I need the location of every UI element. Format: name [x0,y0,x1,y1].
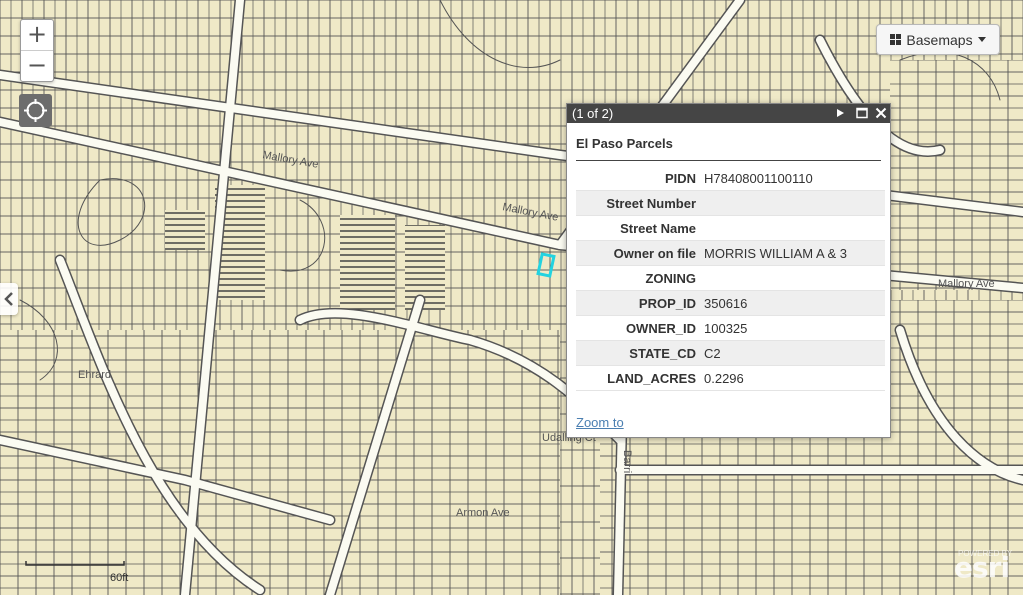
feature-popup: (1 of 2) El Paso Parcels PIDN H7840800110… [566,103,891,438]
attribute-row: OWNER_ID 100325 [576,315,885,341]
locate-button[interactable] [19,94,52,127]
attribute-row: PIDN H78408001100110 [576,166,885,191]
attribute-value [704,215,885,241]
street-label-armon: Armon Ave [456,507,510,519]
attribute-key: STATE_CD [576,340,704,366]
scale-label: 60ft [110,572,128,584]
basemaps-button[interactable]: Basemaps [876,24,1000,55]
attribute-key: Street Number [576,190,704,216]
attribute-row: Owner on file MORRIS WILLIAM A & 3 [576,240,885,266]
close-icon[interactable] [874,106,888,120]
basemaps-label: Basemaps [906,31,973,48]
attribute-key: ZONING [576,265,704,291]
popup-counter: (1 of 2) [572,106,614,121]
zoom-control: + − [20,19,54,82]
caret-down-icon [977,37,986,42]
attribute-value [704,265,885,291]
attribute-row: STATE_CD C2 [576,340,885,366]
attribute-value: 0.2296 [704,365,885,391]
attribute-value: 100325 [704,315,885,341]
attribute-key: PROP_ID [576,290,704,316]
attribute-key: OWNER_ID [576,315,704,341]
zoom-out-button[interactable]: − [21,50,53,81]
zoom-in-button[interactable]: + [21,20,53,50]
popup-titlebar: (1 of 2) [567,104,890,123]
attribute-row: PROP_ID 350616 [576,290,885,316]
attribute-value: MORRIS WILLIAM A & 3 [704,240,885,266]
chevron-left-icon [4,292,13,306]
attribute-key: Street Name [576,215,704,241]
grid-icon [890,34,902,45]
scale-bar: 60ft [25,561,128,584]
attribute-value: C2 [704,340,885,366]
attribute-row: LAND_ACRES 0.2296 [576,365,885,391]
esri-logo[interactable]: esri [954,551,1010,584]
attribute-value [704,190,885,216]
next-feature-icon[interactable] [833,106,847,120]
attribute-row: Street Name [576,215,885,241]
attribute-table: PIDN H78408001100110 Street Number Street… [576,166,885,391]
collapse-panel-button[interactable] [0,283,18,315]
attribute-value: 350616 [704,290,885,316]
street-label-barri: Barri [621,450,633,473]
maximize-icon[interactable] [855,106,869,120]
popup-title: El Paso Parcels [576,136,881,161]
attribute-row: ZONING [576,265,885,291]
attribute-value: H78408001100110 [704,166,885,191]
locate-icon [24,99,47,122]
attribute-key: PIDN [576,166,704,191]
attribute-row: Street Number [576,190,885,216]
zoom-to-link[interactable]: Zoom to [576,415,624,430]
street-label-ehrard: Ehrard [78,369,111,381]
street-label-mallory-right: Mallory Ave [938,278,995,290]
attribute-key: LAND_ACRES [576,365,704,391]
attribute-key: Owner on file [576,240,704,266]
